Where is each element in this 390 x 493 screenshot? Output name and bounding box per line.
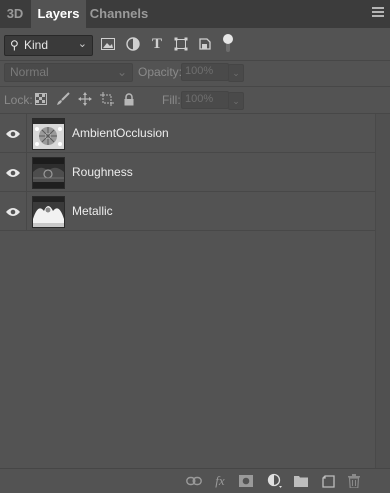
layers-scrollbar[interactable] xyxy=(375,114,390,468)
layer-row[interactable]: Metallic xyxy=(0,192,375,231)
layer-thumbnail xyxy=(32,196,65,228)
tab-bar: 3D Layers Channels xyxy=(0,0,390,28)
fill-label: Fill: xyxy=(162,93,181,107)
lock-artboard-icon[interactable] xyxy=(100,92,114,106)
fx-icon[interactable]: fx xyxy=(212,473,228,488)
opacity-label: Opacity: xyxy=(138,65,183,79)
adjustment-layer-icon[interactable] xyxy=(267,473,283,488)
filter-kind-select[interactable]: ⚲ Kind ⌄ xyxy=(4,35,93,56)
fill-value: 100% xyxy=(185,93,214,105)
opacity-input[interactable]: 100% ⌄ xyxy=(181,63,244,82)
smart-object-filter-icon[interactable] xyxy=(197,36,213,52)
lock-image-pixels-icon[interactable] xyxy=(56,92,70,106)
search-icon: ⚲ xyxy=(10,38,19,52)
tab-channels[interactable]: Channels xyxy=(88,0,150,28)
layer-thumbnail xyxy=(32,157,65,189)
add-mask-icon[interactable] xyxy=(238,474,254,488)
opacity-dropdown-icon[interactable]: ⌄ xyxy=(228,64,244,82)
chevron-down-icon: ⌄ xyxy=(77,38,87,50)
panel-footer: fx xyxy=(0,468,390,493)
lock-label: Lock: xyxy=(4,93,33,107)
new-group-icon[interactable] xyxy=(293,474,309,488)
new-layer-icon[interactable] xyxy=(320,474,336,488)
lock-all-icon[interactable] xyxy=(122,92,136,106)
adjustment-filter-icon[interactable] xyxy=(125,36,141,52)
lock-transparent-pixels-icon[interactable] xyxy=(34,92,48,106)
delete-layer-icon[interactable] xyxy=(346,474,362,488)
eye-icon[interactable] xyxy=(5,166,21,178)
lock-position-icon[interactable] xyxy=(78,92,92,106)
tab-layers[interactable]: Layers xyxy=(31,0,86,28)
filter-toggle[interactable] xyxy=(223,34,233,54)
layer-name[interactable]: Roughness xyxy=(72,165,133,179)
layer-row[interactable]: Roughness xyxy=(0,153,375,192)
blend-mode-select[interactable]: Normal ⌄ xyxy=(4,63,133,82)
divider xyxy=(0,86,390,87)
filter-kind-label: Kind xyxy=(24,38,49,52)
blend-mode-value: Normal xyxy=(10,65,49,79)
eye-icon[interactable] xyxy=(5,127,21,139)
layer-thumbnail xyxy=(32,118,65,150)
opacity-value: 100% xyxy=(185,65,214,77)
chevron-down-icon: ⌄ xyxy=(116,65,127,79)
layer-row[interactable]: AmbientOcclusion xyxy=(0,114,375,153)
fill-dropdown-icon[interactable]: ⌄ xyxy=(228,92,244,110)
image-filter-icon[interactable] xyxy=(100,36,116,52)
layer-name[interactable]: Metallic xyxy=(72,204,113,218)
link-layers-icon[interactable] xyxy=(186,474,202,488)
shape-filter-icon[interactable] xyxy=(173,36,189,52)
layers-panel: 3D Layers Channels ⚲ Kind ⌄ T Normal ⌄ O… xyxy=(0,0,390,493)
layer-name[interactable]: AmbientOcclusion xyxy=(72,126,169,140)
panel-menu-icon[interactable] xyxy=(372,7,384,19)
fill-input[interactable]: 100% ⌄ xyxy=(181,91,244,110)
divider xyxy=(0,60,390,61)
type-filter-icon[interactable]: T xyxy=(149,36,165,52)
eye-icon[interactable] xyxy=(5,205,21,217)
tab-3d[interactable]: 3D xyxy=(0,0,30,28)
